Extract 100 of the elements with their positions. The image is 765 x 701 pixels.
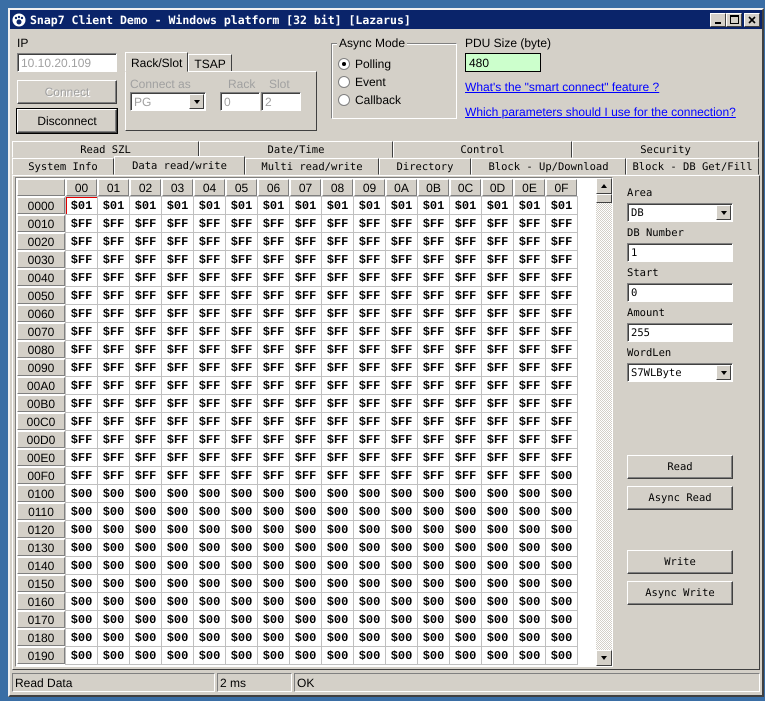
- table-cell[interactable]: $00: [482, 593, 513, 610]
- table-cell[interactable]: $FF: [514, 323, 545, 340]
- tab[interactable]: Date/Time: [199, 141, 393, 158]
- table-cell[interactable]: $00: [194, 557, 225, 574]
- table-cell[interactable]: $00: [258, 575, 289, 592]
- table-cell[interactable]: $FF: [354, 431, 385, 448]
- table-cell[interactable]: $00: [514, 611, 545, 628]
- pdu-size-field[interactable]: 480: [465, 53, 541, 72]
- table-cell[interactable]: $FF: [194, 269, 225, 286]
- table-cell[interactable]: $FF: [322, 413, 353, 430]
- table-cell[interactable]: $FF: [546, 377, 577, 394]
- table-cell[interactable]: $00: [418, 503, 449, 520]
- table-cell[interactable]: $FF: [386, 305, 417, 322]
- table-cell[interactable]: $FF: [418, 341, 449, 358]
- table-cell[interactable]: $FF: [514, 449, 545, 466]
- table-cell[interactable]: $FF: [290, 395, 321, 412]
- table-cell[interactable]: $01: [66, 197, 97, 214]
- table-cell[interactable]: $FF: [450, 377, 481, 394]
- table-cell[interactable]: $FF: [66, 233, 97, 250]
- table-cell[interactable]: $FF: [226, 467, 257, 484]
- table-cell[interactable]: $00: [66, 539, 97, 556]
- table-cell[interactable]: $FF: [194, 395, 225, 412]
- table-cell[interactable]: $01: [322, 197, 353, 214]
- table-cell[interactable]: $00: [514, 557, 545, 574]
- table-cell[interactable]: $FF: [418, 269, 449, 286]
- table-cell[interactable]: $FF: [66, 251, 97, 268]
- table-cell[interactable]: $00: [290, 629, 321, 646]
- table-cell[interactable]: $00: [322, 647, 353, 664]
- table-cell[interactable]: $FF: [130, 251, 161, 268]
- help-link[interactable]: Which parameters should I use for the connection?: [465, 105, 736, 119]
- table-cell[interactable]: $FF: [418, 431, 449, 448]
- table-cell[interactable]: $01: [98, 197, 129, 214]
- table-cell[interactable]: $FF: [226, 449, 257, 466]
- table-cell[interactable]: $00: [162, 629, 193, 646]
- table-cell[interactable]: $00: [98, 557, 129, 574]
- table-cell[interactable]: $FF: [226, 341, 257, 358]
- table-cell[interactable]: $00: [226, 521, 257, 538]
- tab[interactable]: Read SZL: [12, 141, 199, 158]
- table-cell[interactable]: $00: [194, 575, 225, 592]
- table-cell[interactable]: $FF: [450, 305, 481, 322]
- table-cell[interactable]: $FF: [66, 323, 97, 340]
- table-cell[interactable]: $FF: [354, 233, 385, 250]
- table-cell[interactable]: $FF: [386, 233, 417, 250]
- table-cell[interactable]: $00: [514, 485, 545, 502]
- table-cell[interactable]: $FF: [162, 305, 193, 322]
- table-cell[interactable]: $00: [130, 611, 161, 628]
- table-cell[interactable]: $00: [98, 647, 129, 664]
- table-cell[interactable]: $FF: [322, 377, 353, 394]
- table-cell[interactable]: $FF: [514, 287, 545, 304]
- table-cell[interactable]: $00: [162, 593, 193, 610]
- table-cell[interactable]: $FF: [162, 467, 193, 484]
- table-cell[interactable]: $00: [546, 485, 577, 502]
- table-cell[interactable]: $FF: [514, 215, 545, 232]
- table-cell[interactable]: $01: [130, 197, 161, 214]
- table-cell[interactable]: $FF: [546, 431, 577, 448]
- table-cell[interactable]: $FF: [162, 395, 193, 412]
- table-cell[interactable]: $FF: [226, 269, 257, 286]
- table-cell[interactable]: $FF: [514, 359, 545, 376]
- table-cell[interactable]: $FF: [418, 467, 449, 484]
- help-link[interactable]: What's the "smart connect" feature ?: [465, 80, 736, 94]
- table-cell[interactable]: $00: [66, 503, 97, 520]
- table-cell[interactable]: $FF: [418, 377, 449, 394]
- table-cell[interactable]: $00: [162, 575, 193, 592]
- table-cell[interactable]: $00: [386, 629, 417, 646]
- table-cell[interactable]: $00: [418, 647, 449, 664]
- table-cell[interactable]: $FF: [450, 359, 481, 376]
- table-cell[interactable]: $00: [98, 521, 129, 538]
- tab[interactable]: System Info: [12, 158, 114, 175]
- table-cell[interactable]: $00: [418, 521, 449, 538]
- table-cell[interactable]: $00: [290, 593, 321, 610]
- table-cell[interactable]: $FF: [98, 449, 129, 466]
- table-cell[interactable]: $FF: [386, 395, 417, 412]
- table-cell[interactable]: $FF: [418, 323, 449, 340]
- table-cell[interactable]: $00: [162, 611, 193, 628]
- table-cell[interactable]: $FF: [386, 431, 417, 448]
- table-cell[interactable]: $00: [322, 575, 353, 592]
- table-cell[interactable]: $FF: [546, 413, 577, 430]
- table-cell[interactable]: $FF: [482, 287, 513, 304]
- table-cell[interactable]: $FF: [386, 341, 417, 358]
- table-cell[interactable]: $00: [226, 557, 257, 574]
- table-cell[interactable]: $00: [514, 575, 545, 592]
- table-cell[interactable]: $00: [450, 521, 481, 538]
- table-cell[interactable]: $FF: [322, 341, 353, 358]
- param-field[interactable]: 255: [627, 323, 733, 342]
- table-cell[interactable]: $00: [386, 593, 417, 610]
- table-cell[interactable]: $00: [258, 521, 289, 538]
- table-cell[interactable]: $FF: [482, 341, 513, 358]
- table-cell[interactable]: $FF: [162, 233, 193, 250]
- table-cell[interactable]: $FF: [546, 449, 577, 466]
- table-cell[interactable]: $00: [450, 503, 481, 520]
- table-cell[interactable]: $FF: [98, 413, 129, 430]
- table-cell[interactable]: $00: [258, 629, 289, 646]
- table-cell[interactable]: $00: [450, 647, 481, 664]
- table-cell[interactable]: $00: [418, 593, 449, 610]
- table-cell[interactable]: $FF: [354, 413, 385, 430]
- table-cell[interactable]: $FF: [322, 215, 353, 232]
- table-cell[interactable]: $FF: [290, 359, 321, 376]
- table-cell[interactable]: $FF: [66, 395, 97, 412]
- table-cell[interactable]: $FF: [130, 233, 161, 250]
- table-cell[interactable]: $00: [194, 611, 225, 628]
